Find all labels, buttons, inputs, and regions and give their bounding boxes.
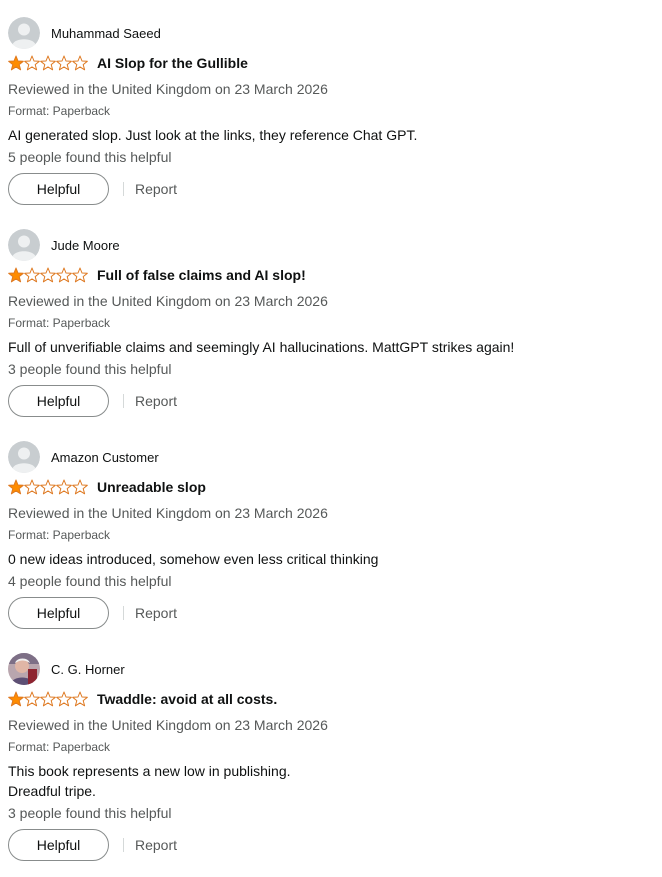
review-body: Full of unverifiable claims and seemingl…: [8, 337, 514, 357]
star-empty-icon: [56, 691, 72, 707]
helpful-count: 5 people found this helpful: [8, 149, 172, 165]
review-format: Format: Paperback: [8, 316, 111, 330]
divider: [123, 182, 124, 196]
star-rating[interactable]: [8, 691, 90, 707]
review-title-row: Full of false claims and AI slop!: [8, 264, 306, 286]
star-empty-icon: [72, 691, 88, 707]
reviewer-name[interactable]: Amazon Customer: [51, 450, 159, 465]
divider: [123, 838, 124, 852]
star-empty-icon: [24, 267, 40, 283]
reviewer-profile[interactable]: Jude Moore: [8, 228, 120, 262]
review-date: Reviewed in the United Kingdom on 23 Mar…: [8, 293, 328, 309]
review-body-line: Dreadful tripe.: [8, 783, 96, 799]
star-empty-icon: [24, 479, 40, 495]
review-format: Format: Paperback: [8, 104, 111, 118]
review-actions: Helpful Report: [8, 173, 177, 205]
reviewer-profile[interactable]: Muhammad Saeed: [8, 16, 161, 50]
default-avatar-icon: [8, 17, 40, 49]
star-empty-icon: [40, 691, 56, 707]
star-empty-icon: [24, 55, 40, 71]
helpful-count: 3 people found this helpful: [8, 805, 172, 821]
star-empty-icon: [40, 55, 56, 71]
review-body-line: AI generated slop. Just look at the link…: [8, 127, 418, 143]
review-title-row: Twaddle: avoid at all costs.: [8, 688, 277, 710]
review-title[interactable]: Twaddle: avoid at all costs.: [97, 691, 277, 707]
reviewer-name[interactable]: Jude Moore: [51, 238, 120, 253]
star-empty-icon: [56, 267, 72, 283]
star-empty-icon: [72, 267, 88, 283]
review-actions: Helpful Report: [8, 597, 177, 629]
review-date: Reviewed in the United Kingdom on 23 Mar…: [8, 717, 328, 733]
default-avatar-icon: [8, 229, 40, 261]
helpful-button[interactable]: Helpful: [8, 597, 109, 629]
star-empty-icon: [40, 267, 56, 283]
review-body: AI generated slop. Just look at the link…: [8, 125, 417, 145]
report-link[interactable]: Report: [135, 605, 177, 621]
helpful-count: 4 people found this helpful: [8, 573, 172, 589]
review-date: Reviewed in the United Kingdom on 23 Mar…: [8, 505, 328, 521]
star-empty-icon: [40, 479, 56, 495]
star-filled-icon: [8, 691, 24, 707]
star-empty-icon: [72, 479, 88, 495]
photo-avatar-icon: [8, 653, 40, 685]
star-filled-icon: [8, 55, 24, 71]
reviewer-name[interactable]: C. G. Horner: [51, 662, 125, 677]
review-body-line: This book represents a new low in publis…: [8, 763, 291, 779]
review-body-line: Full of unverifiable claims and seemingl…: [8, 339, 515, 355]
star-empty-icon: [24, 691, 40, 707]
star-filled-icon: [8, 267, 24, 283]
helpful-button[interactable]: Helpful: [8, 829, 109, 861]
star-rating[interactable]: [8, 267, 90, 283]
star-empty-icon: [56, 479, 72, 495]
star-rating[interactable]: [8, 479, 90, 495]
report-link[interactable]: Report: [135, 393, 177, 409]
review-actions: Helpful Report: [8, 829, 177, 861]
review-format: Format: Paperback: [8, 528, 111, 542]
reviewer-name[interactable]: Muhammad Saeed: [51, 26, 161, 41]
review-date: Reviewed in the United Kingdom on 23 Mar…: [8, 81, 328, 97]
review-title-row: Unreadable slop: [8, 476, 206, 498]
review-title[interactable]: AI Slop for the Gullible: [97, 55, 248, 71]
star-empty-icon: [72, 55, 88, 71]
default-avatar-icon: [8, 441, 40, 473]
star-rating[interactable]: [8, 55, 90, 71]
review-body: 0 new ideas introduced, somehow even les…: [8, 549, 378, 569]
review-title-row: AI Slop for the Gullible: [8, 52, 248, 74]
report-link[interactable]: Report: [135, 181, 177, 197]
star-filled-icon: [8, 479, 24, 495]
helpful-button[interactable]: Helpful: [8, 173, 109, 205]
reviewer-profile[interactable]: Amazon Customer: [8, 440, 159, 474]
review-body: This book represents a new low in publis…: [8, 761, 291, 801]
divider: [123, 394, 124, 408]
helpful-button[interactable]: Helpful: [8, 385, 109, 417]
review-actions: Helpful Report: [8, 385, 177, 417]
divider: [123, 606, 124, 620]
review-format: Format: Paperback: [8, 740, 111, 754]
star-empty-icon: [56, 55, 72, 71]
report-link[interactable]: Report: [135, 837, 177, 853]
reviewer-profile[interactable]: C. G. Horner: [8, 652, 125, 686]
review-title[interactable]: Full of false claims and AI slop!: [97, 267, 306, 283]
review-body-line: 0 new ideas introduced, somehow even les…: [8, 551, 379, 567]
review-title[interactable]: Unreadable slop: [97, 479, 206, 495]
helpful-count: 3 people found this helpful: [8, 361, 172, 377]
